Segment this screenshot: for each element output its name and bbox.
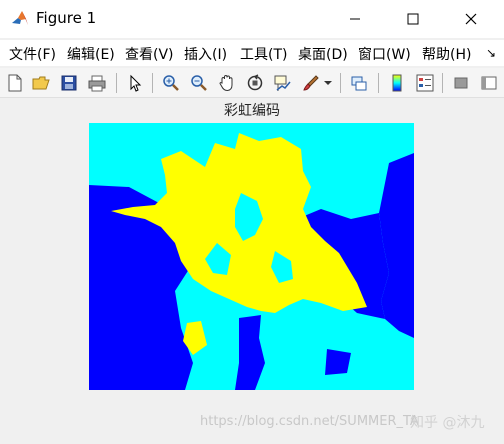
- site-watermark: 知乎 @沐九: [410, 415, 485, 431]
- hide-plot-tools-button[interactable]: [450, 72, 472, 94]
- data-cursor-button[interactable]: [272, 72, 294, 94]
- menu-view[interactable]: 查看(V): [125, 44, 174, 64]
- new-figure-button[interactable]: [4, 72, 26, 94]
- title-bar: Figure 1: [0, 0, 504, 38]
- pan-hand-icon: [219, 74, 233, 92]
- toolbar-separator: [340, 73, 341, 93]
- lotus-image: [89, 123, 414, 390]
- link-plot-icon: [351, 76, 367, 91]
- show-plot-tools-button[interactable]: [478, 72, 500, 94]
- zoom-in-button[interactable]: [160, 72, 182, 94]
- toolbar-separator: [442, 73, 443, 93]
- water-region: [325, 349, 351, 375]
- print-button[interactable]: [86, 72, 108, 94]
- toolbar-separator: [152, 73, 153, 93]
- menu-edit[interactable]: 编辑(E): [67, 44, 115, 64]
- zoom-out-button[interactable]: [188, 72, 210, 94]
- brush-button[interactable]: [300, 72, 322, 94]
- toolbar-separator: [116, 73, 117, 93]
- menu-window[interactable]: 窗口(W): [358, 44, 411, 64]
- figure-image: [89, 123, 414, 390]
- menu-tools[interactable]: 工具(T): [240, 44, 287, 64]
- minimize-icon: [350, 18, 360, 20]
- colorbar-icon: [392, 74, 402, 92]
- menu-help[interactable]: 帮助(H): [422, 44, 471, 64]
- menu-desktop[interactable]: 桌面(D): [298, 44, 348, 64]
- rotate-3d-button[interactable]: [244, 72, 266, 94]
- figure-toolbar: [0, 68, 504, 98]
- insert-colorbar-button[interactable]: [386, 72, 408, 94]
- select-arrow-icon: [130, 74, 142, 92]
- menu-insert[interactable]: 插入(I): [184, 44, 227, 64]
- save-button[interactable]: [58, 72, 80, 94]
- save-icon: [61, 75, 77, 91]
- insert-legend-button[interactable]: [414, 72, 436, 94]
- legend-icon: [416, 74, 434, 92]
- zoom-in-icon: [163, 75, 179, 91]
- link-plot-button[interactable]: [348, 72, 370, 94]
- maximize-button[interactable]: [390, 0, 436, 38]
- show-plot-tools-icon: [481, 76, 497, 90]
- maximize-icon: [407, 13, 419, 25]
- chevron-down-icon: [324, 81, 332, 85]
- minimize-button[interactable]: [332, 0, 378, 38]
- menu-file[interactable]: 文件(F): [9, 44, 56, 64]
- brush-icon: [303, 75, 319, 91]
- pan-button[interactable]: [216, 72, 238, 94]
- open-file-icon: [32, 76, 50, 90]
- close-icon: [465, 13, 477, 25]
- hide-plot-tools-icon: [454, 77, 468, 89]
- menu-overflow-icon[interactable]: ↘: [486, 46, 496, 60]
- menu-bar: 文件(F) 编辑(E) 查看(V) 插入(I) 工具(T) 桌面(D) 窗口(W…: [0, 40, 504, 66]
- open-file-button[interactable]: [30, 72, 52, 94]
- brush-dropdown-button[interactable]: [322, 72, 334, 94]
- edit-plot-button[interactable]: [124, 72, 146, 94]
- rotate-3d-icon: [247, 74, 263, 91]
- zoom-out-icon: [191, 75, 207, 91]
- window-title: Figure 1: [36, 9, 97, 27]
- close-button[interactable]: [448, 0, 494, 38]
- matlab-logo-icon: [10, 9, 30, 29]
- new-figure-icon: [8, 74, 22, 92]
- source-watermark: https://blog.csdn.net/SUMMER_TA: [200, 414, 419, 429]
- print-icon: [88, 75, 106, 92]
- toolbar-separator: [378, 73, 379, 93]
- data-cursor-icon: [274, 75, 291, 91]
- axes-title: 彩虹编码: [224, 103, 280, 119]
